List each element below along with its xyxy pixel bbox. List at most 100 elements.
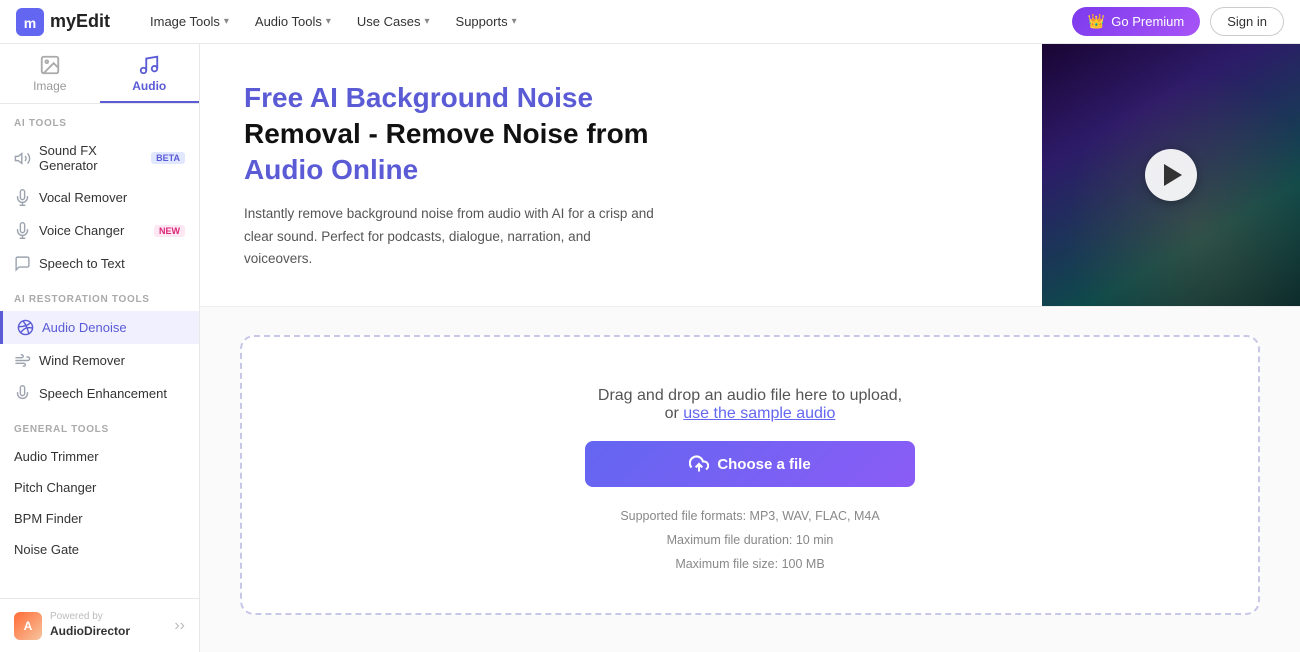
sidebar-item-bpm-finder[interactable]: BPM Finder — [0, 503, 199, 534]
pitch-changer-label: Pitch Changer — [14, 480, 96, 495]
sidebar-item-wind-remover[interactable]: Wind Remover — [0, 344, 199, 377]
tab-audio-label: Audio — [132, 79, 166, 93]
size-info: Maximum file size: 100 MB — [620, 553, 879, 577]
crown-icon: 👑 — [1088, 13, 1105, 30]
nav-item-audio-tools[interactable]: Audio Tools ▾ — [243, 8, 343, 35]
noise-gate-label: Noise Gate — [14, 542, 79, 557]
nav-item-supports[interactable]: Supports ▾ — [444, 8, 529, 35]
drag-text-pre: Drag and drop an audio file here to uplo… — [598, 387, 902, 404]
sidebar-footer: A Powered by AudioDirector ›› — [0, 598, 199, 652]
brand-info: Powered by AudioDirector — [50, 611, 130, 640]
nav-items: Image Tools ▾ Audio Tools ▾ Use Cases ▾ … — [138, 8, 1072, 35]
file-info: Supported file formats: MP3, WAV, FLAC, … — [620, 505, 879, 576]
signin-label: Sign in — [1227, 14, 1267, 29]
upload-section: Drag and drop an audio file here to uplo… — [200, 307, 1300, 646]
logo-icon: m — [16, 8, 44, 36]
sidebar-item-audio-denoise[interactable]: Audio Denoise — [0, 311, 199, 344]
sidebar-tabs: Image Audio — [0, 44, 199, 104]
sound-fx-label: Sound FX Generator — [39, 143, 143, 173]
sidebar: Image Audio AI TOOLS Sound FX Generator … — [0, 44, 200, 652]
audio-icon — [138, 54, 160, 76]
denoise-icon — [17, 319, 34, 336]
play-triangle-icon — [1164, 164, 1182, 186]
vocal-label: Vocal Remover — [39, 190, 127, 205]
main-layout: Image Audio AI TOOLS Sound FX Generator … — [0, 44, 1300, 652]
nav-actions: 👑 Go Premium Sign in — [1072, 7, 1284, 36]
audio-denoise-label: Audio Denoise — [42, 320, 127, 335]
voice-changer-label: Voice Changer — [39, 223, 146, 238]
chevron-down-icon-audio: ▾ — [326, 16, 331, 27]
logo[interactable]: m myEdit — [16, 8, 110, 36]
audio-trimmer-label: Audio Trimmer — [14, 449, 99, 464]
speech-text-icon — [14, 255, 31, 272]
hero-title-part2: Removal - Remove Noise from — [244, 118, 649, 149]
formats-info: Supported file formats: MP3, WAV, FLAC, … — [620, 505, 879, 529]
drag-text-or: or — [665, 405, 679, 422]
logo-text: myEdit — [50, 11, 110, 32]
hero-image-bg — [1042, 44, 1300, 306]
sidebar-item-sound-fx[interactable]: Sound FX Generator BETA — [0, 135, 199, 181]
hero-title-part1: Free AI Background Noise — [244, 82, 593, 113]
sound-fx-icon — [14, 150, 31, 167]
new-badge: NEW — [154, 225, 185, 237]
hero-description: Instantly remove background noise from a… — [244, 203, 654, 270]
voice-changer-icon — [14, 222, 31, 239]
choose-file-label: Choose a file — [717, 456, 810, 473]
wind-label: Wind Remover — [39, 353, 125, 368]
content-area: Free AI Background Noise Removal - Remov… — [200, 44, 1300, 652]
ai-tools-section-label: AI TOOLS — [0, 104, 199, 135]
nav-label-supports: Supports — [456, 14, 508, 29]
sidebar-item-speech-to-text[interactable]: Speech to Text — [0, 247, 199, 280]
footer-chevron-icon[interactable]: ›› — [174, 617, 185, 635]
bpm-finder-label: BPM Finder — [14, 511, 83, 526]
hero-title-part3: Audio Online — [244, 154, 418, 185]
tab-image[interactable]: Image — [0, 44, 100, 103]
sidebar-item-audio-trimmer[interactable]: Audio Trimmer — [0, 441, 199, 472]
hero-image-area — [1042, 44, 1300, 306]
image-icon — [39, 54, 61, 76]
brand-logo: A — [14, 612, 42, 640]
upload-cloud-icon — [689, 454, 709, 474]
hero-title: Free AI Background Noise Removal - Remov… — [244, 80, 998, 187]
speech-enhance-label: Speech Enhancement — [39, 386, 167, 401]
chevron-down-icon-use: ▾ — [425, 16, 430, 27]
duration-info: Maximum file duration: 10 min — [620, 529, 879, 553]
sidebar-item-voice-changer[interactable]: Voice Changer NEW — [0, 214, 199, 247]
hero-text: Free AI Background Noise Removal - Remov… — [200, 44, 1042, 306]
premium-label: Go Premium — [1111, 14, 1184, 29]
sidebar-item-noise-gate[interactable]: Noise Gate — [0, 534, 199, 565]
restoration-section-label: AI RESTORATION TOOLS — [0, 280, 199, 311]
brand-area: A Powered by AudioDirector — [14, 611, 130, 640]
nav-label-audio-tools: Audio Tools — [255, 14, 322, 29]
nav-item-use-cases[interactable]: Use Cases ▾ — [345, 8, 442, 35]
brand-name: AudioDirector — [50, 624, 130, 638]
speech-enhance-icon — [14, 385, 31, 402]
chevron-down-icon-supports: ▾ — [512, 16, 517, 27]
sample-audio-link[interactable]: use the sample audio — [683, 405, 835, 422]
vocal-icon — [14, 189, 31, 206]
tab-audio[interactable]: Audio — [100, 44, 200, 103]
tab-image-label: Image — [33, 79, 66, 93]
wind-icon — [14, 352, 31, 369]
nav-item-image-tools[interactable]: Image Tools ▾ — [138, 8, 241, 35]
nav-label-use-cases: Use Cases — [357, 14, 421, 29]
signin-button[interactable]: Sign in — [1210, 7, 1284, 36]
powered-by-label: Powered by — [50, 611, 130, 622]
sidebar-item-vocal-remover[interactable]: Vocal Remover — [0, 181, 199, 214]
hero-section: Free AI Background Noise Removal - Remov… — [200, 44, 1300, 307]
chevron-down-icon: ▾ — [224, 16, 229, 27]
premium-button[interactable]: 👑 Go Premium — [1072, 7, 1200, 36]
svg-text:m: m — [24, 15, 36, 31]
play-button[interactable] — [1145, 149, 1197, 201]
general-section-label: GENERAL TOOLS — [0, 410, 199, 441]
sidebar-item-pitch-changer[interactable]: Pitch Changer — [0, 472, 199, 503]
beta-badge: BETA — [151, 152, 185, 164]
scroll-hint: ↓ — [200, 647, 1300, 652]
choose-file-button[interactable]: Choose a file — [585, 441, 915, 487]
speech-text-label: Speech to Text — [39, 256, 125, 271]
sidebar-item-speech-enhancement[interactable]: Speech Enhancement — [0, 377, 199, 410]
nav-label-image-tools: Image Tools — [150, 14, 220, 29]
upload-drag-text: Drag and drop an audio file here to uplo… — [598, 387, 902, 423]
navbar: m myEdit Image Tools ▾ Audio Tools ▾ Use… — [0, 0, 1300, 44]
upload-zone[interactable]: Drag and drop an audio file here to uplo… — [240, 335, 1260, 614]
